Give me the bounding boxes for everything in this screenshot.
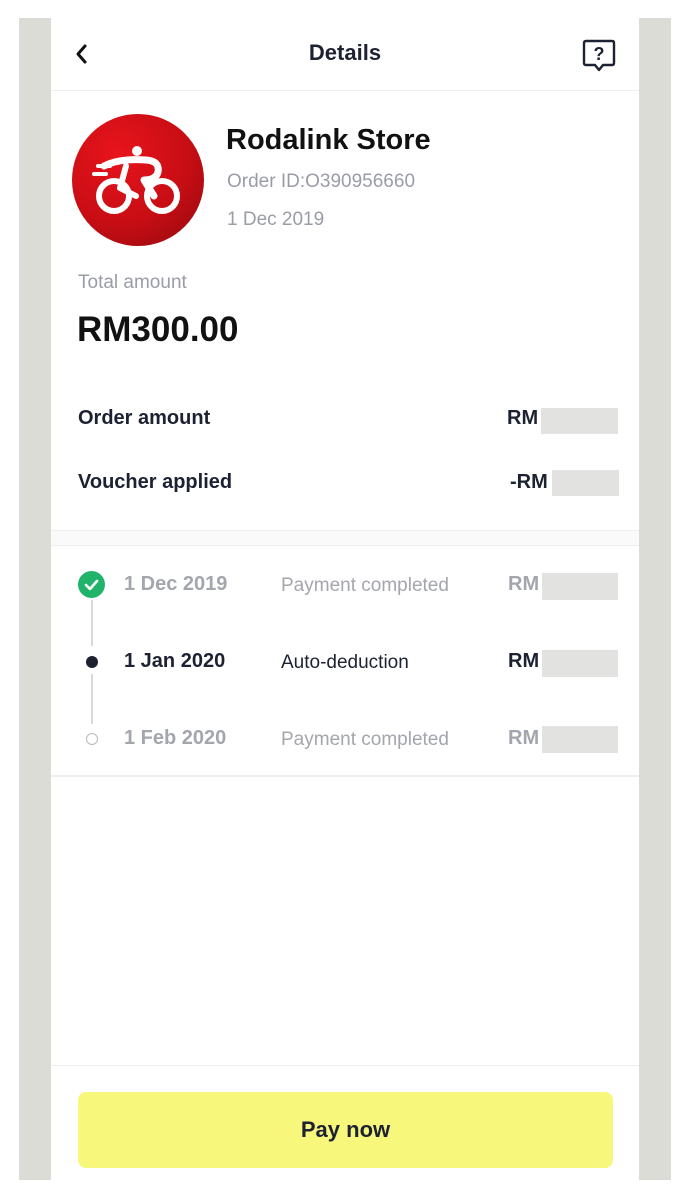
timeline-connector	[91, 600, 93, 646]
schedule-status: Auto-deduction	[281, 652, 409, 673]
page-title: Details	[308, 40, 382, 65]
section-divider	[51, 775, 639, 777]
merchant-name: Rodalink Store	[226, 124, 431, 156]
merchant-logo	[72, 114, 204, 246]
schedule-amount: RM	[508, 727, 540, 749]
upcoming-step-ring-icon	[86, 733, 98, 745]
details-screen: Details ? Rodalink Store Order ID:O39095…	[51, 18, 639, 1180]
total-amount-value: RM300.00	[77, 310, 239, 349]
order-amount-label: Order amount	[78, 407, 211, 429]
left-gutter	[19, 18, 51, 1180]
pay-now-button[interactable]: Pay now	[78, 1092, 613, 1168]
schedule-status: Payment completed	[281, 575, 449, 596]
schedule-amount: RM	[508, 650, 540, 672]
right-gutter	[639, 18, 671, 1180]
schedule-date: 1 Jan 2020	[124, 650, 226, 672]
order-amount-value: RM	[507, 407, 539, 429]
total-amount-label: Total amount	[78, 272, 187, 293]
cyclist-logo-icon	[92, 146, 180, 214]
completed-check-icon	[78, 571, 105, 598]
footer-divider	[51, 1065, 639, 1066]
current-step-dot-icon	[86, 656, 98, 668]
section-divider	[51, 530, 639, 546]
voucher-applied-value: -RM	[510, 471, 548, 493]
schedule-date: 1 Dec 2019	[124, 573, 228, 595]
schedule-status: Payment completed	[281, 729, 449, 750]
order-id: Order ID:O390956660	[227, 171, 416, 192]
timeline-connector	[91, 674, 93, 724]
svg-text:?: ?	[594, 44, 605, 64]
redacted-amount	[542, 650, 618, 677]
redacted-amount	[541, 408, 618, 434]
voucher-applied-label: Voucher applied	[78, 471, 233, 493]
schedule-amount: RM	[508, 573, 540, 595]
top-bar: Details ?	[51, 18, 639, 91]
help-button[interactable]: ?	[581, 37, 617, 73]
order-date: 1 Dec 2019	[227, 209, 325, 230]
redacted-amount	[542, 726, 618, 753]
redacted-amount	[542, 573, 618, 600]
schedule-date: 1 Feb 2020	[124, 727, 227, 749]
redacted-amount	[552, 470, 619, 496]
help-question-icon: ?	[582, 39, 616, 72]
